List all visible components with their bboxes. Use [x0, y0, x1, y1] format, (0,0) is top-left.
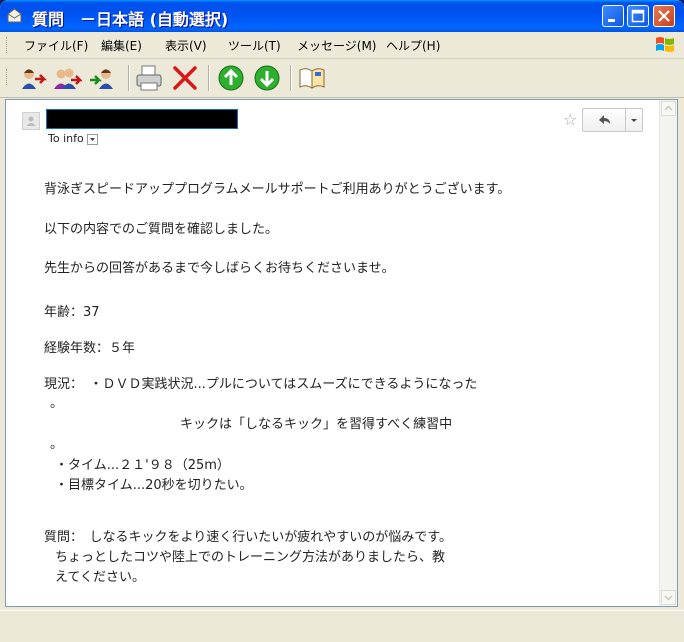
- close-icon: [658, 10, 670, 22]
- body-line: 経験年数：５年: [44, 341, 136, 356]
- body-line: キックは「しなるキック」を習得すべく練習中: [180, 417, 453, 432]
- scroll-down-icon[interactable]: [661, 590, 676, 605]
- star-icon[interactable]: ☆: [563, 110, 577, 129]
- body-line: ・目標タイム...20秒を切りたい。: [55, 478, 253, 493]
- windows-logo-icon: [656, 37, 674, 52]
- window-title: 質問 －日本語 (自動選択): [32, 10, 229, 29]
- menu-file[interactable]: ファイル(F): [24, 37, 88, 54]
- body-line: ちょっとしたコツや陸上でのトレーニング方法がありましたら、教: [55, 550, 446, 565]
- body-line: 現況： ・ＤＶＤ実践状況...プルについてはスムーズにできるようになった: [44, 377, 478, 392]
- reply-button[interactable]: [583, 109, 626, 131]
- body-line: 先生からの回答があるまで今しばらくお待ちくださいませ。: [44, 261, 395, 276]
- title-bar[interactable]: 質問 －日本語 (自動選択): [0, 0, 684, 32]
- body-line: 以下の内容でのご質問を確認しました。: [44, 222, 279, 237]
- reply-arrow-icon: [599, 115, 610, 124]
- menu-help[interactable]: ヘルプ(H): [386, 37, 440, 54]
- more-actions-button[interactable]: [626, 109, 642, 131]
- scroll-up-icon[interactable]: [661, 101, 676, 116]
- message-pane: To info ☆ 背泳ぎスピードアッププログラムメールサポートご利用ありがとう…: [5, 99, 678, 607]
- toolbar-separator: [208, 65, 210, 91]
- vertical-scrollbar[interactable]: [659, 100, 677, 606]
- maximize-icon: [631, 9, 645, 23]
- sender-name-redacted: [46, 109, 238, 129]
- status-bar: [0, 610, 684, 642]
- delete-icon[interactable]: [170, 63, 200, 93]
- menu-grip[interactable]: [6, 37, 10, 53]
- maximize-button[interactable]: [627, 5, 649, 27]
- reply-icon[interactable]: [18, 63, 48, 93]
- menu-edit[interactable]: 編集(E): [101, 37, 142, 54]
- body-line: ・タイム...２１'９８（25m）: [55, 458, 230, 473]
- reply-all-icon[interactable]: [52, 63, 82, 93]
- toolbar: [0, 59, 684, 98]
- menu-message[interactable]: メッセージ(M): [297, 37, 376, 54]
- body-line: 。: [50, 437, 64, 452]
- body-line: 背泳ぎスピードアッププログラムメールサポートご利用ありがとうございます。: [44, 182, 511, 197]
- previous-icon[interactable]: [216, 63, 246, 93]
- toolbar-separator: [290, 65, 292, 91]
- menu-tools[interactable]: ツール(T): [228, 37, 281, 54]
- menu-bar: ファイル(F) 編集(E) 表示(V) ツール(T) メッセージ(M) ヘルプ(…: [0, 32, 684, 59]
- minimize-icon: [608, 19, 615, 22]
- recipient-line[interactable]: To info: [48, 132, 98, 145]
- toolbar-separator: [128, 65, 130, 91]
- minimize-button[interactable]: [602, 5, 624, 27]
- close-button[interactable]: [653, 5, 675, 27]
- forward-icon[interactable]: [88, 63, 118, 93]
- next-icon[interactable]: [252, 63, 282, 93]
- mail-window: 質問 －日本語 (自動選択) ファイル(F) 編集(E) 表示(V) ツール(T…: [0, 0, 684, 642]
- body-line: 年齢：37: [44, 305, 100, 320]
- menu-view[interactable]: 表示(V): [165, 37, 207, 54]
- reply-button-group: [582, 108, 643, 132]
- sender-avatar: [22, 112, 40, 130]
- chevron-down-icon: [631, 119, 637, 122]
- envelope-icon: [7, 8, 22, 23]
- chevron-down-icon: [89, 137, 95, 141]
- body-line: 。: [50, 396, 64, 411]
- recipient-details-toggle[interactable]: [86, 133, 98, 145]
- body-line: えてください。: [55, 570, 145, 585]
- address-book-icon[interactable]: [297, 63, 327, 93]
- recipient-label: To info: [48, 132, 84, 145]
- print-icon[interactable]: [134, 63, 164, 93]
- person-icon: [26, 116, 36, 126]
- body-line: 質問： しなるキックをより速く行いたいが疲れやすいのが悩みです。: [44, 530, 452, 545]
- toolbar-grip[interactable]: [6, 69, 10, 85]
